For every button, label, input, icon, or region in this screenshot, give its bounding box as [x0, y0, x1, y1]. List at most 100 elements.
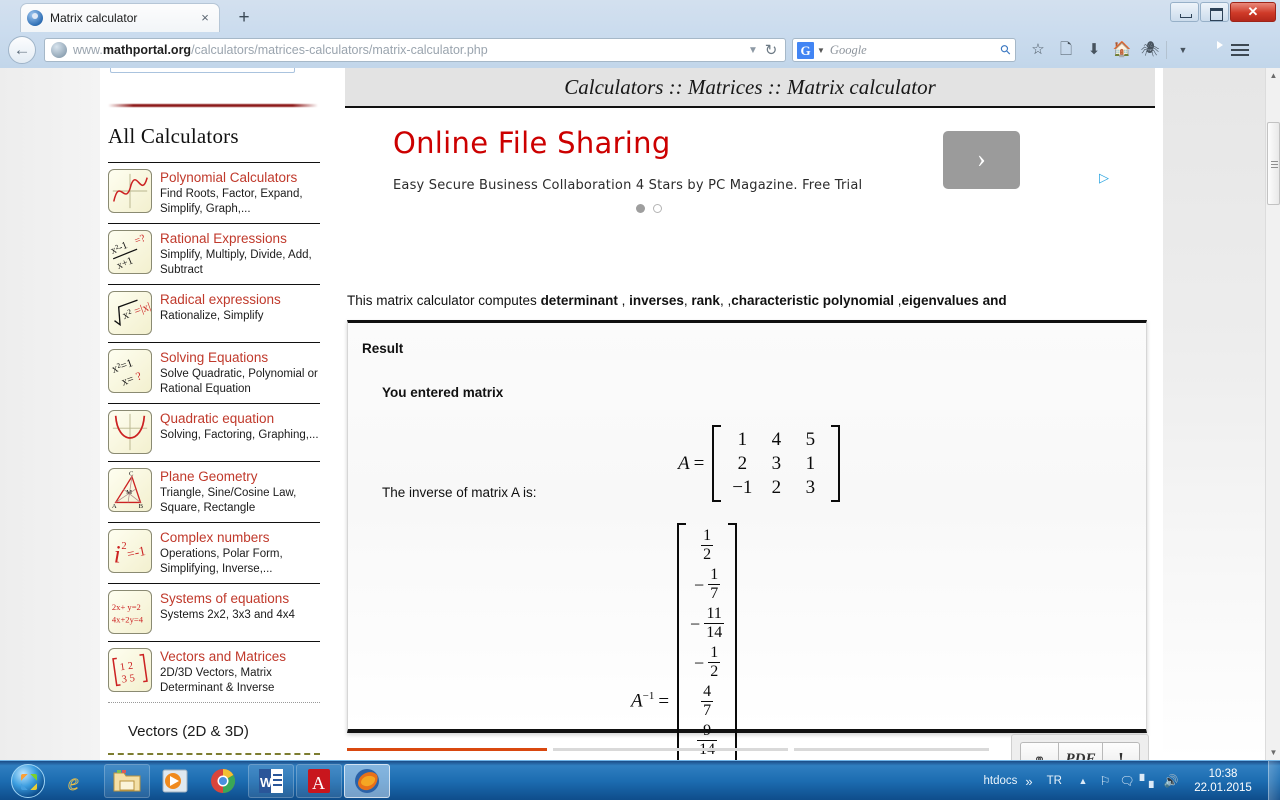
- numerator: 1: [710, 644, 719, 661]
- site-search-input[interactable]: [110, 68, 295, 73]
- reader-list-icon[interactable]: 🗋: [1052, 37, 1080, 63]
- footer-tab-active[interactable]: [347, 748, 547, 751]
- browser-chrome: Matrix calculator × + ✕ ← www.mathportal…: [0, 0, 1280, 68]
- fraction: 12: [708, 644, 721, 680]
- breadcrumb: Calculators :: Matrices :: Matrix calcul…: [345, 68, 1155, 108]
- close-window-button[interactable]: ✕: [1230, 2, 1276, 22]
- minimize-button[interactable]: [1170, 2, 1199, 22]
- reload-icon[interactable]: ↻: [761, 41, 781, 59]
- matrix-cell: 1: [737, 429, 748, 450]
- radical-root-icon: x² =|x|: [108, 291, 152, 335]
- sidebar-item-quadratic-equation[interactable]: Quadratic equation Solving, Factoring, G…: [108, 403, 320, 461]
- taskbar-item-adobe-reader[interactable]: A: [296, 763, 342, 798]
- sidebar-item-desc: 2D/3D Vectors, Matrix Determinant & Inve…: [160, 667, 275, 694]
- ad-carousel-dots[interactable]: [636, 204, 662, 213]
- carousel-dot[interactable]: [653, 204, 662, 213]
- sidebar-item-vectors-and-matrices[interactable]: 1 23 5 Vectors and Matrices 2D/3D Vector…: [108, 641, 320, 703]
- symbol-base: A: [631, 690, 643, 712]
- sidebar-item-systems-of-equations[interactable]: 2x+ y=2 4x+2y=4 Systems of equations Syst…: [108, 583, 320, 641]
- language-indicator[interactable]: TR: [1047, 775, 1062, 787]
- browser-tab[interactable]: Matrix calculator ×: [20, 3, 220, 32]
- taskbar-item-microsoft-word[interactable]: W: [248, 763, 294, 798]
- tab-favicon-icon: [27, 10, 43, 26]
- sidebar-item-label: Rational Expressions: [160, 231, 287, 246]
- sync-icon[interactable]: [1197, 37, 1225, 63]
- ad-subtitle: Easy Secure Business Collaboration 4 Sta…: [393, 178, 863, 193]
- sidebar-item-label: Plane Geometry: [160, 469, 258, 484]
- tray-chevron-up-icon[interactable]: ▲: [1072, 776, 1094, 786]
- sidebar-item-label: Complex numbers: [160, 530, 270, 545]
- sidebar-item-polynomial-calculators[interactable]: Polynomial Calculators Find Roots, Facto…: [108, 162, 320, 223]
- page-scrollbar[interactable]: ▲ ▼: [1265, 68, 1280, 760]
- numerator: 1: [703, 527, 712, 544]
- addon-icon[interactable]: 🕷: [1136, 37, 1164, 63]
- tray-label[interactable]: htdocs: [984, 775, 1018, 787]
- new-tab-button[interactable]: +: [232, 6, 256, 30]
- sidebar-item-desc: Find Roots, Factor, Expand, Simplify, Gr…: [160, 188, 303, 215]
- maximize-button[interactable]: [1200, 2, 1229, 22]
- close-tab-icon[interactable]: ×: [197, 10, 213, 26]
- footer-tab[interactable]: [553, 748, 788, 751]
- search-input[interactable]: Google: [830, 43, 1002, 58]
- sidebar-item-desc: Triangle, Sine/Cosine Law, Square, Recta…: [160, 487, 297, 514]
- folder-icon: [112, 766, 142, 796]
- clock[interactable]: 10:38 22.01.2015: [1182, 767, 1264, 795]
- ad-title[interactable]: Online File Sharing: [393, 126, 671, 160]
- sidebar-item-complex-numbers[interactable]: i 2 =-1 Complex numbers Operations, Polar …: [108, 522, 320, 583]
- search-bar[interactable]: G ▼ Google ⚲: [792, 38, 1016, 62]
- sidebar-item-desc: Rationalize, Simplify: [160, 310, 264, 322]
- matrix-cell: 47: [690, 682, 724, 721]
- sidebar-link-vectors[interactable]: Vectors (2D & 3D): [128, 723, 249, 740]
- network-flag-icon[interactable]: ⚐: [1094, 774, 1116, 788]
- volume-icon[interactable]: 🔊: [1160, 774, 1182, 788]
- ad-next-button[interactable]: ›: [943, 131, 1020, 189]
- back-button[interactable]: ←: [8, 36, 36, 64]
- footer-tab[interactable]: [794, 748, 989, 751]
- tray-overflow-icon[interactable]: »: [1025, 774, 1032, 789]
- matrix-A-symbol: A: [678, 452, 690, 474]
- bracket-left: [712, 425, 722, 502]
- bookmark-star-icon[interactable]: ☆: [1024, 37, 1052, 63]
- taskbar-item-google-chrome[interactable]: [200, 764, 246, 798]
- scrollbar-thumb[interactable]: [1267, 122, 1280, 205]
- chevron-down-icon[interactable]: ▼: [745, 45, 761, 56]
- matrix-cell: 5: [805, 429, 816, 450]
- browser-window: Matrix calculator × + ✕ ← www.mathportal…: [0, 0, 1280, 800]
- sidebar-item-plane-geometry[interactable]: C A BM Plane Geometry Triangle, Sine/Cosin…: [108, 461, 320, 522]
- advertisement-banner[interactable]: Online File Sharing Easy Secure Business…: [345, 112, 1157, 232]
- matrix-cell: 4: [771, 429, 782, 450]
- address-bar[interactable]: www.mathportal.org/calculators/matrices-…: [44, 38, 786, 62]
- sidebar-item-label: Systems of equations: [160, 591, 290, 606]
- intro-bold-determinant: determinant: [540, 293, 618, 308]
- sidebar-item-rational-expressions[interactable]: x²-1 x+1 =? Rational Expressions Simplify,…: [108, 223, 320, 284]
- numerator: 1: [710, 566, 719, 583]
- scroll-down-icon[interactable]: ▼: [1266, 745, 1280, 760]
- menu-icon[interactable]: [1225, 37, 1255, 63]
- chrome-icon: [208, 766, 238, 796]
- action-center-icon[interactable]: 🗨: [1116, 774, 1138, 788]
- intro-bold-rank: rank: [691, 293, 720, 308]
- signal-bars-icon[interactable]: ▘▖: [1138, 774, 1160, 788]
- intro-bold-charpoly: characteristic polynomial: [731, 293, 895, 308]
- taskbar-item-windows-explorer[interactable]: [104, 763, 150, 798]
- scroll-up-icon[interactable]: ▲: [1266, 68, 1280, 83]
- ad-choices-icon[interactable]: ▷: [1099, 170, 1109, 186]
- home-icon[interactable]: 🏠: [1108, 37, 1136, 63]
- parabola-icon: [108, 410, 152, 454]
- toolbar-icons: ☆ 🗋 ⬇ 🏠 🕷 ▼: [1024, 37, 1255, 63]
- sidebar-item-solving-equations[interactable]: x²=1 x=? Solving Equations Solve Quadrati…: [108, 342, 320, 403]
- dropdown-caret-icon[interactable]: ▼: [1169, 37, 1197, 63]
- taskbar-item-internet-explorer[interactable]: e: [56, 764, 102, 798]
- sidebar-item-radical-expressions[interactable]: x² =|x| Radical expressions Rationalize, …: [108, 284, 320, 342]
- downloads-icon[interactable]: ⬇: [1080, 37, 1108, 63]
- show-desktop-button[interactable]: [1268, 761, 1280, 800]
- taskbar-item-media-player[interactable]: [152, 764, 198, 798]
- sidebar: All Calculators Polynomial Calculators F…: [100, 68, 399, 760]
- search-engine-chevron-icon[interactable]: ▼: [817, 46, 825, 55]
- intro-text: ,: [617, 293, 630, 308]
- taskbar-item-mozilla-firefox[interactable]: [344, 763, 390, 798]
- carousel-dot-active[interactable]: [636, 204, 645, 213]
- svg-text:3 5: 3 5: [121, 673, 136, 686]
- url-path: /calculators/matrices-calculators/matrix…: [191, 43, 488, 57]
- start-button[interactable]: [1, 762, 55, 800]
